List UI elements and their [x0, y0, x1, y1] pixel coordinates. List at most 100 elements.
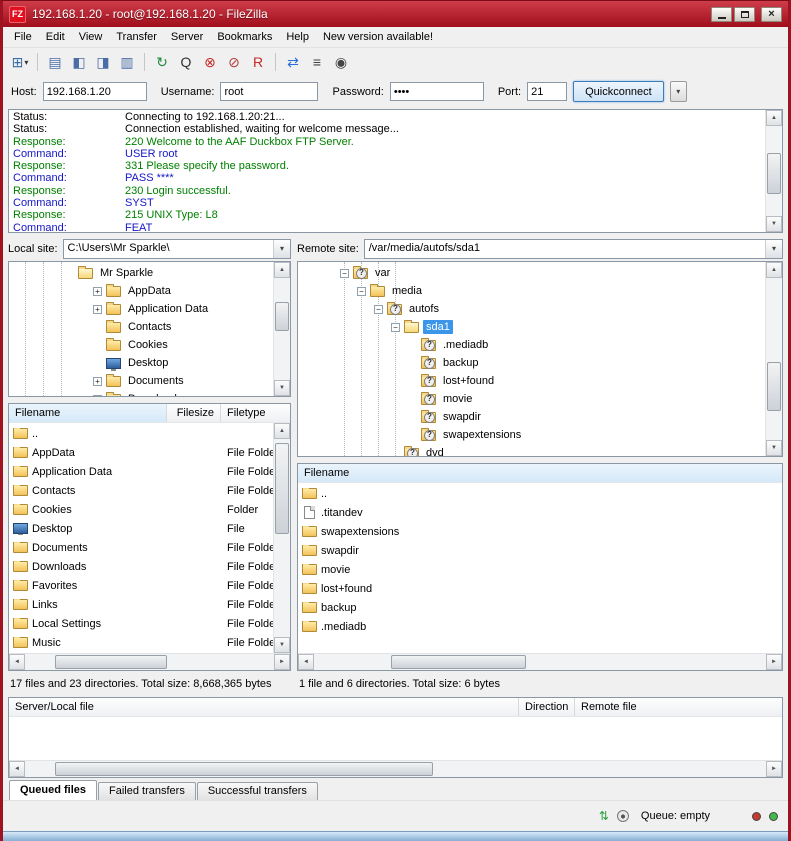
directory-comparison-button[interactable]: ⇄ — [282, 51, 304, 73]
scroll-left-button[interactable]: ◄ — [298, 654, 314, 670]
menu-help[interactable]: Help — [279, 29, 316, 45]
synchronized-browsing-button[interactable]: ≡ — [306, 51, 328, 73]
scroll-thumb[interactable] — [767, 153, 781, 194]
expand-plus-icon[interactable]: + — [93, 395, 102, 397]
remote-file-row-mediadb[interactable]: .mediadb — [298, 617, 782, 636]
scroll-left-button[interactable]: ◄ — [9, 654, 25, 670]
remote-tree-item-autofs[interactable]: −autofs — [298, 300, 765, 318]
remote-tree-scrollbar[interactable]: ▲ ▼ — [765, 262, 782, 456]
scroll-thumb[interactable] — [275, 302, 289, 331]
column-header-filetype[interactable]: Filetype — [221, 404, 290, 422]
local-tree-item-documents[interactable]: +Documents — [9, 372, 273, 390]
reconnect-button[interactable]: R — [247, 51, 269, 73]
local-file-row-downloads[interactable]: DownloadsFile Folder — [9, 557, 273, 576]
site-manager-button[interactable]: ⊞▾ — [9, 51, 31, 73]
find-files-button[interactable]: ◉ — [330, 51, 352, 73]
remote-file-row-swapdir[interactable]: swapdir — [298, 541, 782, 560]
local-tree-scrollbar[interactable]: ▲ ▼ — [273, 262, 290, 396]
remote-list-hscrollbar[interactable]: ◄ ► — [298, 653, 782, 670]
menu-edit[interactable]: Edit — [39, 29, 72, 45]
column-header-filename[interactable]: Filename — [298, 464, 782, 482]
remote-tree-item-swapextensions[interactable]: swapextensions — [298, 426, 765, 444]
remote-file-row-lost-found[interactable]: lost+found — [298, 579, 782, 598]
menu-bookmarks[interactable]: Bookmarks — [210, 29, 279, 45]
local-file-row-links[interactable]: LinksFile Folder — [9, 595, 273, 614]
menu-file[interactable]: File — [7, 29, 39, 45]
expand-plus-icon[interactable]: + — [93, 377, 102, 386]
local-tree-item-appdata[interactable]: +AppData — [9, 282, 273, 300]
scroll-up-button[interactable]: ▲ — [766, 262, 782, 278]
scroll-track[interactable] — [274, 439, 290, 637]
remote-tree-item-lost-found[interactable]: lost+found — [298, 372, 765, 390]
local-site-dropdown-button[interactable]: ▾ — [273, 240, 290, 258]
minimize-button[interactable] — [711, 7, 732, 22]
local-file-row-documents[interactable]: DocumentsFile Folder — [9, 538, 273, 557]
local-file-row-parent-dir[interactable]: .. — [9, 424, 273, 443]
local-tree-item-application-data[interactable]: +Application Data — [9, 300, 273, 318]
local-tree-item-contacts[interactable]: Contacts — [9, 318, 273, 336]
scroll-down-button[interactable]: ▼ — [274, 380, 290, 396]
toggle-message-log-button[interactable]: ▤ — [44, 51, 66, 73]
remote-file-row-titandev[interactable]: .titandev — [298, 503, 782, 522]
menu-transfer[interactable]: Transfer — [109, 29, 164, 45]
refresh-button[interactable]: ↻ — [151, 51, 173, 73]
collapse-minus-icon[interactable]: − — [340, 269, 349, 278]
column-header-remote-file[interactable]: Remote file — [575, 698, 782, 716]
close-button[interactable]: × — [761, 7, 782, 22]
scroll-track[interactable] — [25, 761, 766, 777]
scroll-thumb[interactable] — [767, 362, 781, 411]
local-tree-item-downloads[interactable]: +Downloads — [9, 390, 273, 396]
scroll-track[interactable] — [314, 654, 766, 670]
scroll-down-button[interactable]: ▼ — [766, 440, 782, 456]
local-file-row-application-data[interactable]: Application DataFile Folder — [9, 462, 273, 481]
column-header-server-local-file[interactable]: Server/Local file — [9, 698, 519, 716]
tab-failed-transfers[interactable]: Failed transfers — [98, 782, 196, 800]
local-site-combobox[interactable]: C:\Users\Mr Sparkle\ ▾ — [63, 239, 291, 259]
username-input[interactable] — [220, 82, 318, 101]
speed-limit-icon[interactable] — [617, 810, 629, 822]
remote-file-row-movie[interactable]: movie — [298, 560, 782, 579]
quickconnect-dropdown-button[interactable]: ▾ — [670, 81, 687, 102]
column-header-direction[interactable]: Direction — [519, 698, 575, 716]
remote-tree-item-media[interactable]: −media — [298, 282, 765, 300]
title-bar[interactable]: FZ 192.168.1.20 - root@192.168.1.20 - Fi… — [3, 1, 788, 27]
local-tree-item-mr-sparkle[interactable]: Mr Sparkle — [9, 264, 273, 282]
scroll-thumb[interactable] — [275, 443, 289, 534]
remote-tree-item-movie[interactable]: movie — [298, 390, 765, 408]
queue-hscrollbar[interactable]: ◄ ► — [9, 760, 782, 777]
column-header-filename[interactable]: Filename — [9, 404, 167, 422]
expand-plus-icon[interactable]: + — [93, 287, 102, 296]
collapse-minus-icon[interactable]: − — [357, 287, 366, 296]
menu-server[interactable]: Server — [164, 29, 210, 45]
maximize-button[interactable] — [734, 7, 755, 22]
host-input[interactable] — [43, 82, 147, 101]
scroll-down-button[interactable]: ▼ — [766, 216, 782, 232]
remote-site-dropdown-button[interactable]: ▾ — [765, 240, 782, 258]
site-manager-dropdown-icon[interactable]: ▾ — [24, 58, 28, 67]
local-tree-item-desktop[interactable]: Desktop — [9, 354, 273, 372]
scroll-right-button[interactable]: ► — [766, 761, 782, 777]
toggle-local-tree-button[interactable]: ◧ — [68, 51, 90, 73]
scroll-track[interactable] — [766, 278, 782, 440]
menu-view[interactable]: View — [72, 29, 110, 45]
scroll-up-button[interactable]: ▲ — [274, 262, 290, 278]
cancel-button[interactable]: ⊗ — [199, 51, 221, 73]
scroll-thumb[interactable] — [55, 762, 433, 776]
quickconnect-button[interactable]: Quickconnect — [573, 81, 664, 102]
remote-file-row-swapextensions[interactable]: swapextensions — [298, 522, 782, 541]
local-list-hscrollbar[interactable]: ◄ ► — [9, 653, 290, 670]
password-input[interactable] — [390, 82, 484, 101]
process-queue-button[interactable]: Q — [175, 51, 197, 73]
port-input[interactable] — [527, 82, 567, 101]
tab-successful-transfers[interactable]: Successful transfers — [197, 782, 318, 800]
scroll-right-button[interactable]: ► — [274, 654, 290, 670]
remote-tree-item-sda1[interactable]: −sda1 — [298, 318, 765, 336]
remote-tree-item-dvd[interactable]: dvd — [298, 444, 765, 456]
remote-tree-item-var[interactable]: −var — [298, 264, 765, 282]
scroll-thumb[interactable] — [391, 655, 527, 669]
local-file-row-appdata[interactable]: AppDataFile Folder — [9, 443, 273, 462]
expand-plus-icon[interactable]: + — [93, 305, 102, 314]
remote-tree-item-mediadb[interactable]: .mediadb — [298, 336, 765, 354]
log-scrollbar[interactable]: ▲ ▼ — [765, 110, 782, 232]
scroll-down-button[interactable]: ▼ — [274, 637, 290, 653]
